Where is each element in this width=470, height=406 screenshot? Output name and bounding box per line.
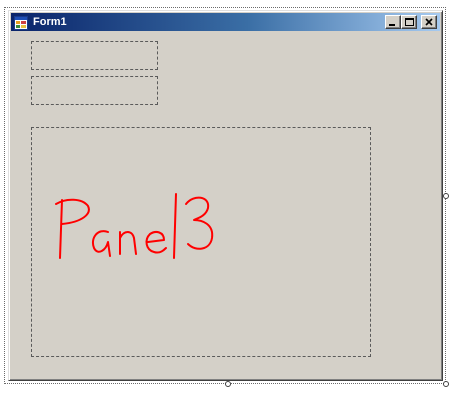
panel3[interactable] [31, 127, 371, 357]
panel1[interactable] [31, 41, 158, 70]
minimize-icon [389, 24, 395, 26]
panel2[interactable] [31, 76, 158, 105]
close-button[interactable] [421, 15, 437, 29]
panel3-handwritten-label [55, 193, 214, 259]
close-icon [425, 18, 433, 26]
title-bar[interactable]: Form1 [11, 13, 440, 31]
form-window[interactable]: Form1 [8, 10, 443, 381]
minimize-button[interactable] [385, 15, 401, 29]
resize-handle-corner[interactable] [443, 381, 449, 387]
resize-handle-bottom[interactable] [225, 381, 231, 387]
resize-handle-right[interactable] [443, 193, 449, 199]
maximize-icon [405, 18, 414, 26]
window-title: Form1 [33, 16, 67, 28]
form-app-icon[interactable] [14, 15, 28, 30]
maximize-button[interactable] [401, 15, 417, 29]
